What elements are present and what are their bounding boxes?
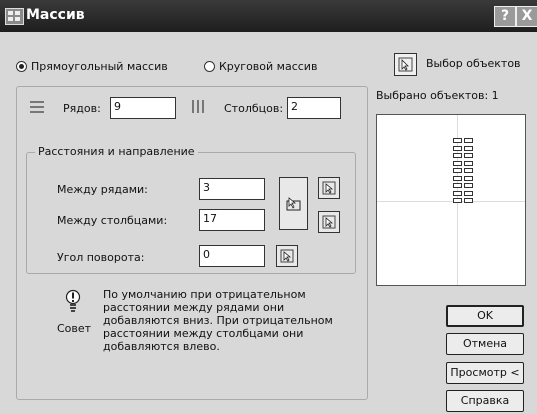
window-title: Массив [26,7,85,23]
array-app-icon [5,8,24,25]
lightbulb-icon [65,289,81,313]
pick-row-offset-button[interactable] [318,177,340,199]
rect-array-label: Прямоугольный массив [31,60,168,73]
offset-group-legend: Расстояния и направление [35,145,198,158]
row-offset-label: Между рядами: [57,183,148,196]
row-offset-input[interactable]: 3 [199,178,265,200]
pick-column-offset-button[interactable] [318,211,340,233]
pick-cursor-icon [322,181,336,195]
pick-both-offsets-button[interactable] [279,177,308,230]
selected-count: Выбрано объектов: 1 [376,89,499,102]
columns-icon [192,100,206,113]
preview-array-cell [464,198,473,203]
rect-array-radio[interactable] [16,61,27,72]
preview-array-cell [453,160,462,166]
preview-array-cell [453,138,462,143]
select-objects-label: Выбор объектов [426,57,521,70]
preview-button[interactable]: Просмотр < [446,362,524,384]
angle-label: Угол поворота: [57,251,145,264]
cancel-button[interactable]: Отмена [446,333,524,355]
help-title-button[interactable]: ? [494,6,516,27]
column-offset-label: Между столбцами: [57,214,168,227]
polar-array-radio[interactable] [204,61,215,72]
array-preview [376,114,526,286]
title-bar: Массив ? X [0,0,537,32]
preview-array-cell [464,190,473,196]
pick-cursor-icon [322,215,336,229]
preview-array-cell [453,145,462,151]
preview-array-cell [453,153,462,158]
preview-array-cell [464,160,473,166]
polar-array-label: Круговой массив [219,60,318,73]
pick-angle-button[interactable] [276,245,298,267]
help-button[interactable]: Справка [446,390,524,412]
tip-label: Совет [57,322,92,335]
rows-label: Рядов: [63,102,101,115]
preview-array-cell [464,153,473,158]
column-offset-input[interactable]: 17 [199,209,265,231]
preview-array-cell [453,168,462,173]
columns-input[interactable]: 2 [287,97,341,119]
preview-array-cell [453,175,462,181]
preview-array-cell [464,168,473,173]
close-title-button[interactable]: X [516,6,537,27]
preview-array-cell [464,145,473,151]
ok-button[interactable]: OK [446,305,524,327]
preview-horizontal-axis [377,201,525,202]
preview-array-cell [464,183,473,188]
tip-text: По умолчанию при отрицательном расстояни… [103,288,333,353]
angle-input[interactable]: 0 [199,245,265,267]
polar-array-option[interactable]: Круговой массив [204,60,317,73]
select-objects-button[interactable] [394,53,417,76]
preview-array-cell [453,198,462,203]
preview-array-cell [464,175,473,181]
cursor-rectangle-icon [286,196,300,210]
pick-cursor-icon [280,249,294,263]
rows-icon [30,101,44,113]
rows-input[interactable]: 9 [110,97,176,119]
rect-array-option[interactable]: Прямоугольный массив [16,60,168,73]
preview-array-cell [453,190,462,196]
preview-array-cell [453,183,462,188]
pick-cursor-icon [398,57,413,72]
columns-label: Столбцов: [224,102,284,115]
preview-array-cell [464,138,473,143]
